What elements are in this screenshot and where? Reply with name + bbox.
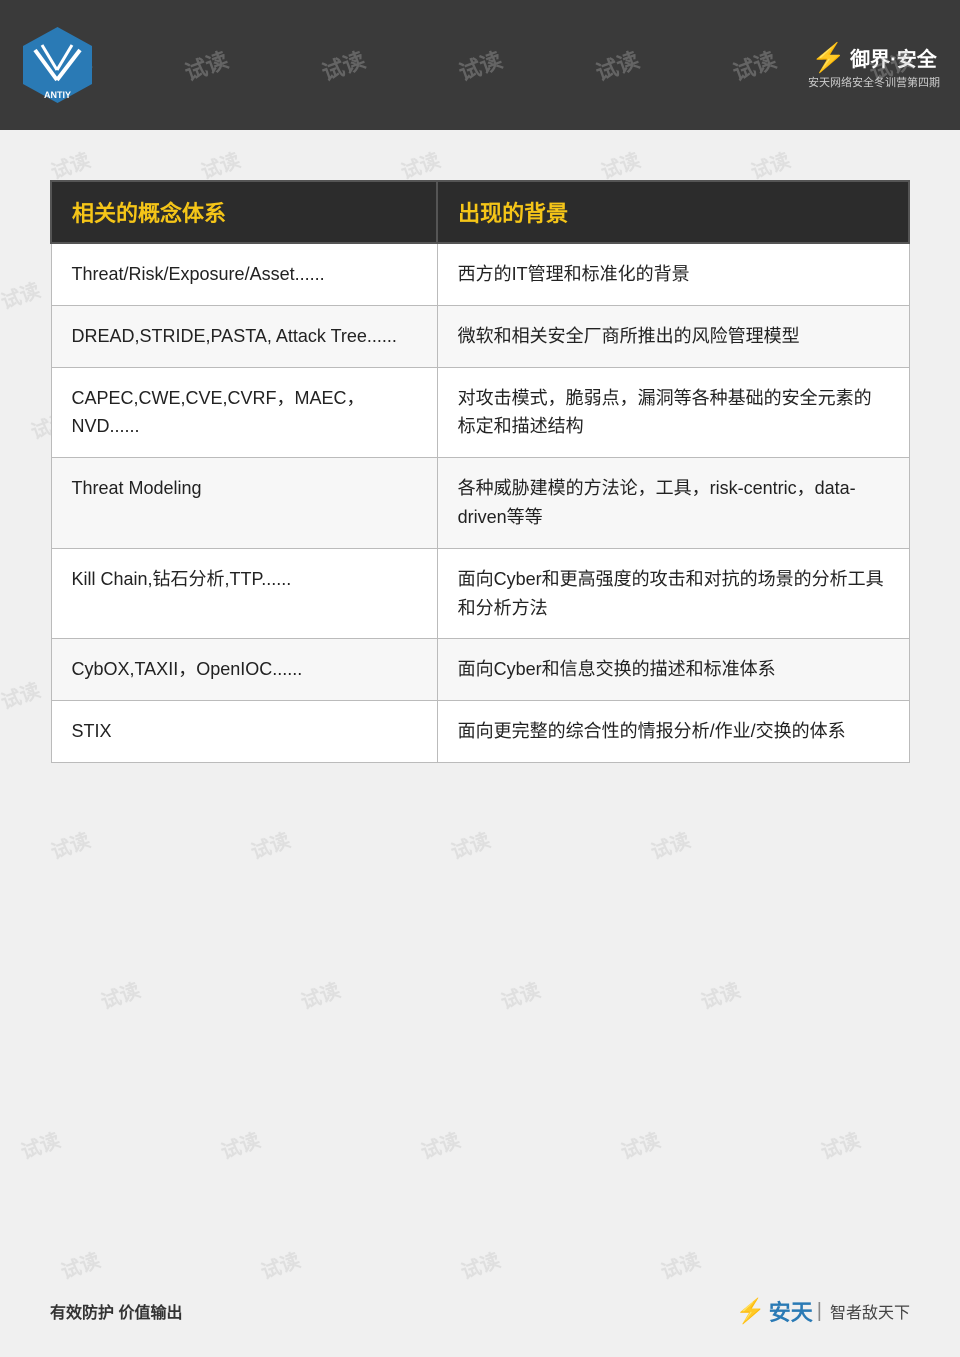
footer-logo: ⚡ 安天 | 智者敌天下 — [736, 1295, 910, 1327]
table-cell-right: 微软和相关安全厂商所推出的风险管理模型 — [437, 305, 909, 367]
company-name: 御界·安全 — [850, 43, 937, 72]
body-watermark-36: 试读 — [816, 1124, 864, 1165]
body-watermark-25: 试读 — [246, 824, 294, 865]
header-right-logo: ⚡ 御界·安全 安天网络安全冬训营第四期 — [808, 41, 940, 90]
table-row: Threat/Risk/Exposure/Asset......西方的IT管理和… — [51, 243, 909, 305]
body-watermark-33: 试读 — [216, 1124, 264, 1165]
table-cell-left: CAPEC,CWE,CVE,CVRF，MAEC，NVD...... — [51, 367, 437, 458]
watermark-4: 试读 — [454, 42, 506, 87]
table-cell-left: CybOX,TAXII，OpenIOC...... — [51, 639, 437, 701]
table-cell-left: Kill Chain,钻石分析,TTP...... — [51, 548, 437, 639]
main-content: 相关的概念体系 出现的背景 Threat/Risk/Exposure/Asset… — [0, 130, 960, 793]
footer-logo-sub: 智者敌天下 — [830, 1299, 910, 1323]
footer-logo-text: 安天 — [769, 1295, 813, 1327]
body-watermark-24: 试读 — [46, 824, 94, 865]
col1-header: 相关的概念体系 — [51, 181, 437, 243]
table-row: CAPEC,CWE,CVE,CVRF，MAEC，NVD......对攻击模式，脆… — [51, 367, 909, 458]
table-cell-left: DREAD,STRIDE,PASTA, Attack Tree...... — [51, 305, 437, 367]
watermark-2: 试读 — [180, 42, 232, 87]
watermark-6: 试读 — [728, 42, 780, 87]
body-watermark-35: 试读 — [616, 1124, 664, 1165]
watermark-5: 试读 — [591, 42, 643, 87]
footer-tagline: 有效防护 价值输出 — [50, 1299, 182, 1323]
body-watermark-40: 试读 — [656, 1244, 704, 1285]
body-watermark-32: 试读 — [16, 1124, 64, 1165]
page-header: 试读 试读 试读 试读 试读 试读 试读 ANTIY ⚡ 御界·安全 — [0, 0, 960, 130]
body-watermark-29: 试读 — [296, 974, 344, 1015]
watermark-3: 试读 — [317, 42, 369, 87]
table-row: Kill Chain,钻石分析,TTP......面向Cyber和更高强度的攻击… — [51, 548, 909, 639]
table-cell-right: 面向Cyber和更高强度的攻击和对抗的场景的分析工具和分析方法 — [437, 548, 909, 639]
body-watermark-28: 试读 — [96, 974, 144, 1015]
table-cell-right: 各种威胁建模的方法论，工具，risk-centric，data-driven等等 — [437, 458, 909, 549]
body-watermark-38: 试读 — [256, 1244, 304, 1285]
concept-table: 相关的概念体系 出现的背景 Threat/Risk/Exposure/Asset… — [50, 180, 910, 763]
header-subtitle: 安天网络安全冬训营第四期 — [808, 74, 940, 90]
table-cell-left: STIX — [51, 701, 437, 763]
table-row: Threat Modeling各种威胁建模的方法论，工具，risk-centri… — [51, 458, 909, 549]
table-cell-right: 面向Cyber和信息交换的描述和标准体系 — [437, 639, 909, 701]
col2-header: 出现的背景 — [437, 181, 909, 243]
table-cell-left: Threat Modeling — [51, 458, 437, 549]
table-cell-right: 对攻击模式，脆弱点，漏洞等各种基础的安全元素的标定和描述结构 — [437, 367, 909, 458]
body-watermark-31: 试读 — [696, 974, 744, 1015]
body-watermark-34: 试读 — [416, 1124, 464, 1165]
table-cell-right: 面向更完整的综合性的情报分析/作业/交换的体系 — [437, 701, 909, 763]
table-row: STIX面向更完整的综合性的情报分析/作业/交换的体系 — [51, 701, 909, 763]
body-watermark-26: 试读 — [446, 824, 494, 865]
table-cell-right: 西方的IT管理和标准化的背景 — [437, 243, 909, 305]
body-watermark-39: 试读 — [456, 1244, 504, 1285]
svg-text:ANTIY: ANTIY — [44, 90, 71, 100]
body-watermark-37: 试读 — [56, 1244, 104, 1285]
table-cell-left: Threat/Risk/Exposure/Asset...... — [51, 243, 437, 305]
table-row: DREAD,STRIDE,PASTA, Attack Tree......微软和… — [51, 305, 909, 367]
antiy-logo: ANTIY — [20, 25, 95, 105]
lightning-icon: ⚡ — [736, 1297, 766, 1326]
body-watermark-30: 试读 — [496, 974, 544, 1015]
page-footer: 有效防护 价值输出 ⚡ 安天 | 智者敌天下 — [0, 1295, 960, 1327]
table-row: CybOX,TAXII，OpenIOC......面向Cyber和信息交换的描述… — [51, 639, 909, 701]
logo-area: ANTIY — [20, 25, 95, 105]
body-watermark-27: 试读 — [646, 824, 694, 865]
